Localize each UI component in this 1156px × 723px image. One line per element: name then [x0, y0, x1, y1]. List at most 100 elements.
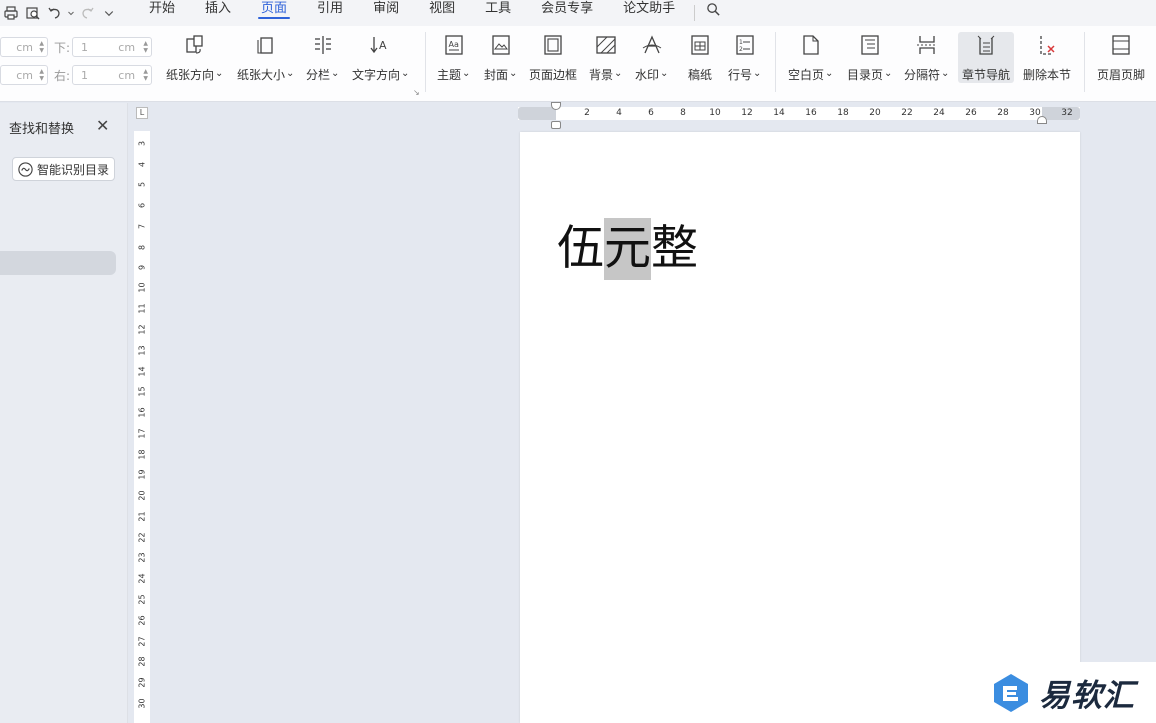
- ruler-label: 14: [137, 366, 147, 377]
- search-button[interactable]: [703, 0, 723, 19]
- header-footer-icon: [1112, 35, 1130, 55]
- cover-button[interactable]: 封面: [484, 32, 517, 83]
- delete-section-button[interactable]: 删除本节: [1023, 32, 1071, 83]
- ruler-label: 8: [680, 108, 686, 118]
- ruler-label: 2: [584, 108, 590, 118]
- print-preview-icon: [26, 7, 40, 20]
- ruler-label: 10: [137, 282, 147, 293]
- tab-tools[interactable]: 工具: [470, 0, 526, 26]
- ruler-label: 13: [137, 345, 147, 356]
- tab-review[interactable]: 审阅: [358, 0, 414, 26]
- close-icon[interactable]: ✕: [96, 116, 109, 135]
- print-button[interactable]: [0, 2, 22, 24]
- tab-member[interactable]: 会员专享: [526, 0, 608, 26]
- smart-icon: [18, 161, 33, 177]
- selected-text[interactable]: 元: [604, 218, 651, 280]
- ruler-label: 8: [137, 244, 147, 251]
- undo-button[interactable]: [44, 2, 66, 24]
- ruler-label: 24: [137, 573, 147, 584]
- menu-divider: [694, 5, 696, 21]
- ruler-label: 18: [837, 108, 849, 118]
- text-run[interactable]: 伍: [557, 218, 604, 280]
- ruler-label: 29: [137, 677, 147, 688]
- paper-size-button[interactable]: 纸张大小: [237, 32, 294, 83]
- tab-home[interactable]: 开始: [134, 0, 190, 26]
- left-indent-marker[interactable]: [551, 121, 561, 129]
- more-button[interactable]: [98, 2, 120, 24]
- ribbon-tabs: 开始 插入 页面 引用 审阅 视图 工具 会员专享 论文助手: [134, 0, 690, 26]
- separator-button[interactable]: 分隔符: [904, 32, 949, 83]
- manuscript-button[interactable]: 稿纸: [687, 32, 713, 83]
- margin-bottom-label: 下:: [54, 40, 71, 55]
- margin-right-field[interactable]: 1 cm ▲ ▼: [72, 65, 153, 85]
- text-direction-button[interactable]: A 文字方向: [352, 32, 409, 83]
- quick-access-toolbar: [0, 0, 120, 26]
- ribbon-divider: [425, 32, 426, 92]
- ruler-label: 23: [137, 552, 147, 563]
- ruler-label: 21: [137, 511, 147, 522]
- page-border-icon: [544, 35, 562, 55]
- undo-icon: [48, 7, 60, 19]
- margin-left-field[interactable]: cm ▲ ▼: [0, 65, 48, 85]
- svg-text:A: A: [379, 39, 387, 52]
- tab-insert[interactable]: 插入: [190, 0, 246, 26]
- spinner-arrows-icon: ▲ ▼: [143, 40, 149, 54]
- tab-references[interactable]: 引用: [302, 0, 358, 26]
- ruler-label: 15: [137, 386, 147, 397]
- orientation-button[interactable]: 纸张方向: [166, 32, 223, 83]
- ruler-label: 6: [648, 108, 654, 118]
- ruler-label: 12: [741, 108, 753, 118]
- orientation-icon: [186, 35, 203, 54]
- undo-dropdown[interactable]: [66, 2, 76, 24]
- result-bar[interactable]: [0, 251, 116, 275]
- theme-button[interactable]: Aa 主题: [437, 32, 470, 83]
- chapter-nav-button[interactable]: 章节导航: [958, 32, 1015, 83]
- ruler-label: 32: [1061, 108, 1073, 118]
- search-icon: [706, 2, 720, 16]
- right-indent-marker[interactable]: [1037, 116, 1047, 124]
- ruler-label: 4: [616, 108, 622, 118]
- document-page[interactable]: 伍 元 整: [520, 132, 1080, 723]
- horizontal-ruler[interactable]: 2 4 6 8 10 12 14 16 18 20 22 24 26 28 30…: [518, 107, 1080, 120]
- margin-bottom-field[interactable]: 1 cm ▲ ▼: [72, 37, 153, 57]
- watermark-icon: [642, 35, 661, 54]
- paper-size-icon: [257, 37, 273, 54]
- find-replace-panel: 查找和替换 ✕ 智能识别目录: [0, 103, 128, 723]
- redo-button[interactable]: [76, 2, 98, 24]
- brand-logo-icon: [994, 673, 1028, 712]
- header-footer-button[interactable]: 页眉页脚: [1097, 32, 1145, 83]
- ruler-label: 24: [933, 108, 945, 118]
- separator-icon: [916, 36, 937, 54]
- print-icon: [4, 6, 18, 20]
- toc-page-button[interactable]: 目录页: [847, 32, 892, 83]
- chapter-nav-icon: [977, 35, 995, 55]
- ruler-label: 17: [137, 428, 147, 439]
- ruler-label: 5: [137, 181, 147, 188]
- columns-button[interactable]: 分栏: [306, 32, 339, 83]
- svg-text:Aa: Aa: [448, 40, 458, 49]
- ribbon: cm ▲▼ 下: 1 cm ▲▼ cm ▲▼ 右: 1 cm ▲▼ 纸张: [0, 26, 1156, 102]
- ruler-label: 4: [137, 161, 147, 168]
- print-preview-button[interactable]: [22, 2, 44, 24]
- dialog-launcher-icon[interactable]: ↘: [413, 88, 420, 97]
- site-watermark: 易软汇: [985, 662, 1156, 723]
- text-run[interactable]: 整: [651, 218, 698, 280]
- smart-toc-button[interactable]: 智能识别目录: [12, 157, 116, 181]
- manuscript-icon: [691, 35, 709, 55]
- watermark-button[interactable]: 水印: [635, 32, 668, 83]
- ruler-label: 19: [137, 469, 147, 480]
- tab-view[interactable]: 视图: [414, 0, 470, 26]
- tab-page[interactable]: 页面: [246, 0, 302, 26]
- page-border-button[interactable]: 页面边框: [529, 32, 577, 83]
- margin-top-field[interactable]: cm ▲ ▼: [0, 37, 48, 57]
- chevron-down-icon: [68, 11, 74, 16]
- background-button[interactable]: 背景: [589, 32, 622, 83]
- line-number-button[interactable]: 12 行号: [728, 32, 761, 83]
- document-text[interactable]: 伍 元 整: [557, 218, 698, 280]
- tab-paper-assistant[interactable]: 论文助手: [608, 0, 690, 26]
- tab-stop-selector[interactable]: L: [136, 107, 148, 119]
- ribbon-divider: [775, 32, 776, 92]
- blank-page-button[interactable]: 空白页: [788, 32, 833, 83]
- spinner-arrows-icon: ▲ ▼: [39, 68, 44, 82]
- vertical-ruler[interactable]: 3 4 5 6 7 8 9 10 11 12 13 14 15 16 17 18…: [134, 131, 150, 723]
